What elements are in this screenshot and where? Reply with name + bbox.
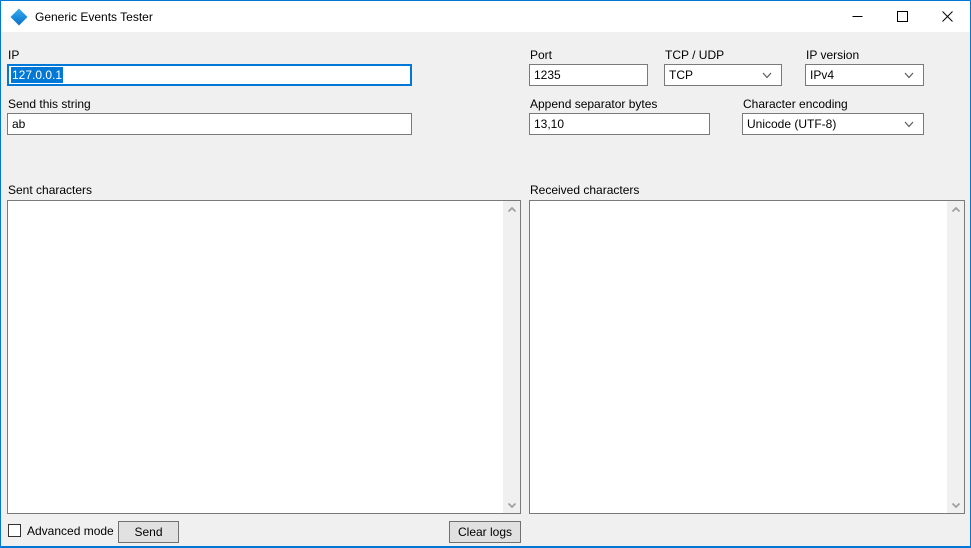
sent-scrollbar[interactable] — [503, 201, 520, 513]
ip-version-selected-value: IPv4 — [810, 68, 835, 82]
minimize-icon — [852, 16, 863, 17]
ip-version-label: IP version — [806, 48, 860, 62]
minimize-button[interactable] — [835, 1, 880, 32]
received-characters-label: Received characters — [530, 183, 640, 197]
separator-bytes-input[interactable] — [529, 113, 710, 135]
chevron-down-icon — [904, 72, 914, 79]
scroll-up-button[interactable] — [947, 201, 964, 218]
ip-input[interactable]: 127.0.0.1 — [7, 64, 412, 86]
chevron-up-icon — [507, 206, 516, 212]
sent-characters-textarea[interactable] — [7, 200, 521, 514]
close-icon — [942, 11, 953, 22]
received-characters-content — [530, 201, 947, 513]
protocol-label: TCP / UDP — [665, 48, 725, 62]
titlebar[interactable]: Generic Events Tester — [1, 1, 970, 32]
encoding-selected-value: Unicode (UTF-8) — [747, 117, 837, 131]
protocol-dropdown[interactable]: TCP — [664, 64, 782, 86]
scroll-down-button[interactable] — [947, 496, 964, 513]
chevron-down-icon — [762, 72, 772, 79]
chevron-down-icon — [507, 502, 516, 508]
clear-logs-button[interactable]: Clear logs — [449, 521, 521, 543]
ip-selected-text: 127.0.0.1 — [11, 67, 64, 83]
sent-characters-content — [8, 201, 503, 513]
sent-characters-label: Sent characters — [8, 183, 93, 197]
port-label: Port — [530, 48, 553, 62]
blue-diamond-icon — [10, 8, 28, 25]
ip-label: IP — [8, 48, 20, 62]
encoding-dropdown[interactable]: Unicode (UTF-8) — [742, 113, 924, 135]
chevron-down-icon — [904, 121, 914, 128]
advanced-mode-label: Advanced mode — [27, 524, 114, 538]
advanced-mode-checkbox[interactable] — [8, 524, 21, 537]
app-window: Generic Events Tester IP Port TCP / UDP … — [0, 0, 971, 548]
separator-bytes-label: Append separator bytes — [530, 97, 658, 111]
scroll-down-button[interactable] — [503, 496, 520, 513]
received-characters-textarea[interactable] — [529, 200, 965, 514]
maximize-icon — [897, 11, 908, 22]
window-title: Generic Events Tester — [35, 9, 153, 24]
close-button[interactable] — [925, 1, 970, 32]
scroll-up-button[interactable] — [503, 201, 520, 218]
window-controls — [835, 1, 970, 32]
send-string-input[interactable] — [7, 113, 412, 135]
received-scrollbar[interactable] — [947, 201, 964, 513]
maximize-button[interactable] — [880, 1, 925, 32]
port-input[interactable] — [529, 64, 648, 86]
ip-version-dropdown[interactable]: IPv4 — [805, 64, 924, 86]
send-string-label: Send this string — [8, 97, 91, 111]
encoding-label: Character encoding — [743, 97, 848, 111]
chevron-down-icon — [951, 502, 960, 508]
send-button[interactable]: Send — [118, 521, 179, 543]
app-icon — [10, 8, 28, 25]
chevron-up-icon — [951, 206, 960, 212]
protocol-selected-value: TCP — [669, 68, 693, 82]
